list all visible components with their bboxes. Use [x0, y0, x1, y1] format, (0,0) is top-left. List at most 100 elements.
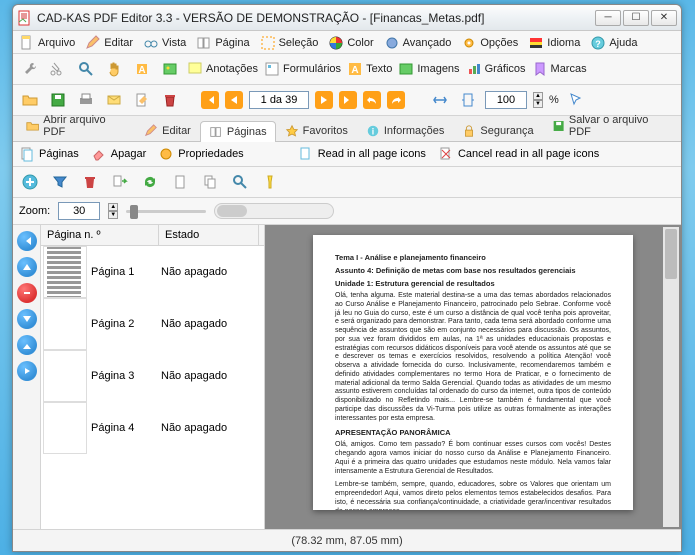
zoom-up[interactable]: ▲ [533, 92, 543, 100]
zoom-input[interactable] [485, 91, 527, 109]
page-row[interactable]: Página 1Não apagado [41, 246, 264, 298]
tab-editar[interactable]: Editar [135, 120, 200, 141]
tab-seguranca[interactable]: Segurança [453, 120, 542, 141]
tab-abrir[interactable]: Abrir arquivo PDF [17, 110, 135, 141]
imagens-btn[interactable]: Imagens [398, 61, 459, 77]
menu-avancado[interactable]: Avançado [384, 35, 452, 51]
thumb-zoom-input[interactable] [58, 202, 100, 220]
down-icon [22, 314, 32, 324]
side-first[interactable] [17, 231, 37, 251]
highlight-btn[interactable] [259, 171, 281, 193]
tab-salvar[interactable]: Salvar o arquivo PDF [543, 110, 677, 141]
minimize-button[interactable]: ─ [595, 10, 621, 26]
prev-page-btn[interactable] [225, 91, 243, 109]
refresh-btn[interactable] [139, 171, 161, 193]
menu-idioma[interactable]: Idioma [528, 35, 580, 51]
menu-vista[interactable]: Vista [143, 35, 186, 51]
single-page-btn[interactable] [169, 171, 191, 193]
menu-arquivo[interactable]: Arquivo [19, 35, 75, 51]
menu-editar[interactable]: Editar [85, 35, 133, 51]
col-state[interactable]: Estado [159, 225, 259, 245]
insert-after-btn[interactable] [109, 171, 131, 193]
image-tool[interactable] [159, 58, 181, 80]
thumb-zoom-down[interactable]: ▼ [108, 211, 118, 219]
filter-btn[interactable] [49, 171, 71, 193]
page-row[interactable]: Página 4Não apagado [41, 402, 264, 454]
page-row[interactable]: Página 2Não apagado [41, 298, 264, 350]
graficos-btn[interactable]: Gráficos [466, 61, 526, 77]
page-row[interactable]: Página 3Não apagado [41, 350, 264, 402]
marcas-btn[interactable]: Marcas [532, 61, 587, 77]
menu-ajuda[interactable]: ?Ajuda [590, 35, 637, 51]
open-file-btn[interactable] [19, 89, 41, 111]
hand-tool[interactable] [103, 58, 125, 80]
texto-btn[interactable]: ATexto [347, 61, 392, 77]
menu-selecao[interactable]: Seleção [260, 35, 319, 51]
close-button[interactable]: ✕ [651, 10, 677, 26]
help-icon: ? [590, 35, 606, 51]
propriedades-btn[interactable]: Propriedades [158, 146, 243, 162]
readall-btn[interactable]: Read in all page icons [298, 146, 426, 162]
thumb-zoom-slider[interactable] [126, 203, 206, 219]
read-icon [298, 146, 314, 162]
zoom-page-btn[interactable] [229, 171, 251, 193]
print-btn[interactable] [75, 89, 97, 111]
side-next[interactable] [17, 309, 37, 329]
menu-color[interactable]: Color [328, 35, 373, 51]
mail-btn[interactable] [103, 89, 125, 111]
menu-pagina[interactable]: Página [196, 35, 249, 51]
pointer-btn[interactable] [565, 89, 587, 111]
menu-opcoes[interactable]: Opções [461, 35, 518, 51]
pages-icon [196, 35, 212, 51]
pages-icon [209, 125, 223, 139]
add-page-btn[interactable] [19, 171, 41, 193]
document-pane[interactable]: Tema I - Análise e planejamento financei… [265, 225, 681, 529]
thumb-hscroll[interactable] [214, 203, 334, 219]
doc-vscroll[interactable] [663, 227, 679, 527]
col-page-number[interactable]: Página n. º [41, 225, 159, 245]
edit-doc-btn[interactable] [131, 89, 153, 111]
cancelread-btn[interactable]: Cancel read in all page icons [438, 146, 599, 162]
tab-favoritos[interactable]: Favoritos [276, 120, 357, 141]
undo-icon [366, 94, 378, 106]
floppy-icon [50, 92, 66, 108]
page-row-state: Não apagado [161, 422, 261, 434]
scissors-icon [50, 61, 66, 77]
side-last[interactable] [17, 335, 37, 355]
fit-page-btn[interactable] [457, 89, 479, 111]
svg-text:A: A [351, 65, 358, 76]
app-window: CAD-KAS PDF Editor 3.3 - VERSÃO DE DEMON… [12, 4, 682, 552]
formularios-btn[interactable]: Formulários [264, 61, 341, 77]
side-stop[interactable] [17, 283, 37, 303]
anotacoes-label: Anotações [206, 63, 258, 75]
tab-editar-label: Editar [162, 125, 191, 137]
cut-tool[interactable] [47, 58, 69, 80]
next-page-btn[interactable] [315, 91, 333, 109]
page-list-rows: Página 1Não apagado Página 2Não apagado … [41, 246, 264, 529]
zoom-down[interactable]: ▼ [533, 100, 543, 108]
page-number-input[interactable] [249, 91, 309, 109]
tab-informacoes[interactable]: iInformações [357, 120, 454, 141]
save-btn[interactable] [47, 89, 69, 111]
side-prev[interactable] [17, 257, 37, 277]
side-play[interactable] [17, 361, 37, 381]
trash-btn[interactable] [159, 89, 181, 111]
delete-page-btn[interactable] [79, 171, 101, 193]
zoom-tool[interactable] [75, 58, 97, 80]
first-page-btn[interactable] [201, 91, 219, 109]
apagar-btn[interactable]: Apagar [91, 146, 146, 162]
tab-paginas[interactable]: Páginas [200, 121, 276, 142]
wrench-tool[interactable] [19, 58, 41, 80]
pencil-icon [85, 35, 101, 51]
text-select-tool[interactable]: A [131, 58, 153, 80]
maximize-button[interactable]: ☐ [623, 10, 649, 26]
undo-btn[interactable] [363, 91, 381, 109]
duplicate-btn[interactable] [199, 171, 221, 193]
last-page-btn[interactable] [339, 91, 357, 109]
anotacoes-btn[interactable]: Anotações [187, 61, 258, 77]
fit-width-btn[interactable] [429, 89, 451, 111]
settings-icon [384, 35, 400, 51]
paginas-sub-btn[interactable]: Páginas [19, 146, 79, 162]
redo-btn[interactable] [387, 91, 405, 109]
thumb-zoom-up[interactable]: ▲ [108, 203, 118, 211]
